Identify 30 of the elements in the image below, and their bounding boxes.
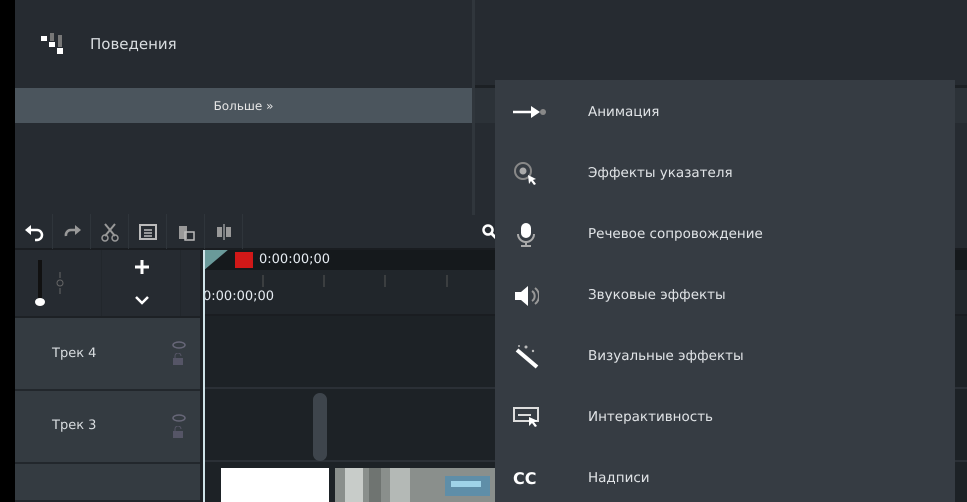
cursor-icon (513, 162, 537, 186)
ruler-time: 0:00:00;00 (203, 288, 274, 306)
chevron-down-icon (134, 294, 150, 304)
visual-icon (513, 344, 539, 368)
media-clip[interactable] (221, 468, 329, 502)
track-name: Трек 3 (52, 417, 96, 436)
behaviors-label[interactable]: Поведения (90, 32, 177, 56)
menu-item[interactable]: Эффекты указателя (495, 143, 955, 204)
track-header[interactable] (15, 464, 200, 502)
zoom-icon (55, 270, 65, 296)
copy-icon (138, 222, 158, 242)
menu-item[interactable]: Анимация (495, 82, 955, 143)
marker-icon (235, 252, 253, 268)
playhead-time: 0:00:00;00 (259, 251, 330, 270)
track-name: Трек 4 (52, 344, 96, 363)
clip-handle[interactable] (313, 392, 327, 461)
interactive-icon (513, 406, 539, 430)
menu-item[interactable]: Звуковые эффекты (495, 265, 955, 326)
scissors-icon (100, 222, 120, 242)
menu-item[interactable]: Визуальные эффекты (495, 326, 955, 387)
menu-item[interactable]: Интерактивность (495, 387, 955, 448)
captions-icon: CC (513, 466, 536, 490)
search-icon[interactable] (482, 224, 498, 240)
zoom-slider[interactable] (35, 260, 45, 306)
menu-item[interactable]: CC Надписи (495, 448, 955, 502)
menu-item[interactable]: Речевое сопровождение (495, 204, 955, 265)
plus-icon (134, 258, 150, 274)
slider-thumb[interactable] (35, 298, 45, 306)
audio-icon (513, 284, 539, 308)
more-button[interactable]: Больше » (15, 88, 472, 123)
